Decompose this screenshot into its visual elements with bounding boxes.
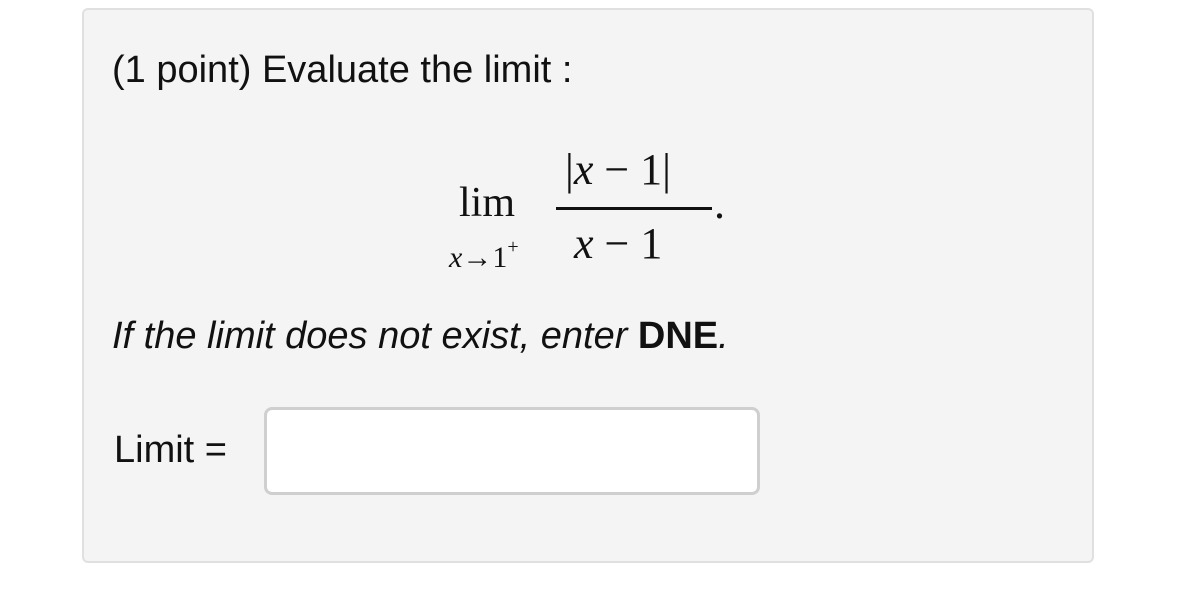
denominator-rest: − 1	[593, 219, 663, 268]
lim-operator: lim	[459, 180, 516, 226]
dne-instruction: If the limit does not exist, enter DNE.	[112, 314, 729, 358]
fraction-bar	[556, 207, 712, 210]
lim-subscript-var: x	[449, 241, 463, 274]
limit-answer-input[interactable]	[264, 407, 760, 495]
lim-subscript-arrow: →	[462, 241, 493, 274]
fraction-numerator: |x − 1|	[565, 146, 671, 194]
numerator-var: x	[573, 145, 594, 194]
lim-subscript-value: 1	[492, 241, 508, 274]
instruction-prefix: If the limit does not exist, enter	[112, 315, 638, 357]
problem-panel: (1 point) Evaluate the limit : lim x→1+ …	[82, 8, 1094, 563]
lim-subscript-sup: +	[507, 236, 519, 258]
limit-expression: lim x→1+ |x − 1| x − 1 .	[84, 10, 1092, 310]
abs-left-bar: |	[565, 145, 574, 194]
answer-label: Limit =	[114, 429, 227, 471]
abs-right-bar: |	[662, 145, 671, 194]
expression-period: .	[714, 179, 725, 228]
numerator-rest: − 1	[593, 145, 663, 194]
dne-keyword: DNE	[637, 315, 719, 357]
instruction-suffix: .	[718, 315, 729, 357]
lim-subscript: x→1+	[449, 232, 519, 273]
denominator-var: x	[574, 219, 594, 268]
fraction-denominator: x − 1	[574, 220, 662, 268]
